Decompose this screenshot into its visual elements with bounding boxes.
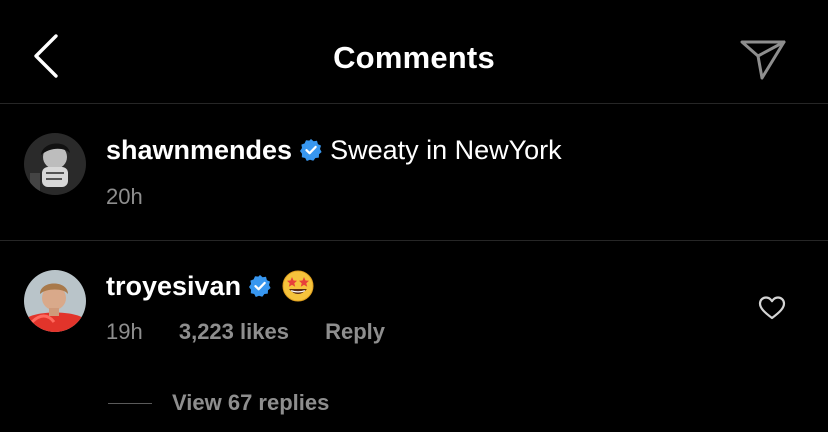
verified-badge-icon [300,139,322,161]
page-title: Comments [333,40,495,75]
reply-button[interactable]: Reply [325,319,385,344]
heart-outline-icon [758,296,786,320]
avatar[interactable] [24,270,86,332]
star-struck-emoji [282,270,314,302]
avatar-troyesivan [24,270,86,332]
username-link[interactable]: troyesivan [106,269,241,303]
caption-meta: 20h [106,184,173,210]
view-replies-button[interactable]: View 67 replies [108,390,329,416]
timestamp: 20h [106,184,143,209]
replies-divider [108,402,152,404]
verified-badge-icon [249,275,271,297]
comment-line: troyesivan [106,269,315,303]
timestamp: 19h [106,319,143,344]
avatar-shawnmendes [24,133,86,195]
caption-text: Sweaty in NewYork [330,135,562,165]
caption-section: shawnmendes Sweaty in NewYork 20h [0,104,828,241]
comment-meta: 19h 3,223 likes Reply [106,319,415,345]
avatar[interactable] [24,133,86,195]
like-button[interactable] [758,295,786,321]
comment-item: troyesivan 19h 3,223 likes Reply View 67… [0,241,828,432]
share-button[interactable] [736,34,790,82]
likes-count[interactable]: 3,223 likes [179,319,289,344]
view-replies-label: View 67 replies [172,390,330,415]
username-link[interactable]: shawnmendes [106,133,292,167]
paper-plane-icon [740,40,786,80]
header-bar: Comments [0,0,828,104]
caption-line: shawnmendes Sweaty in NewYork [106,133,562,167]
